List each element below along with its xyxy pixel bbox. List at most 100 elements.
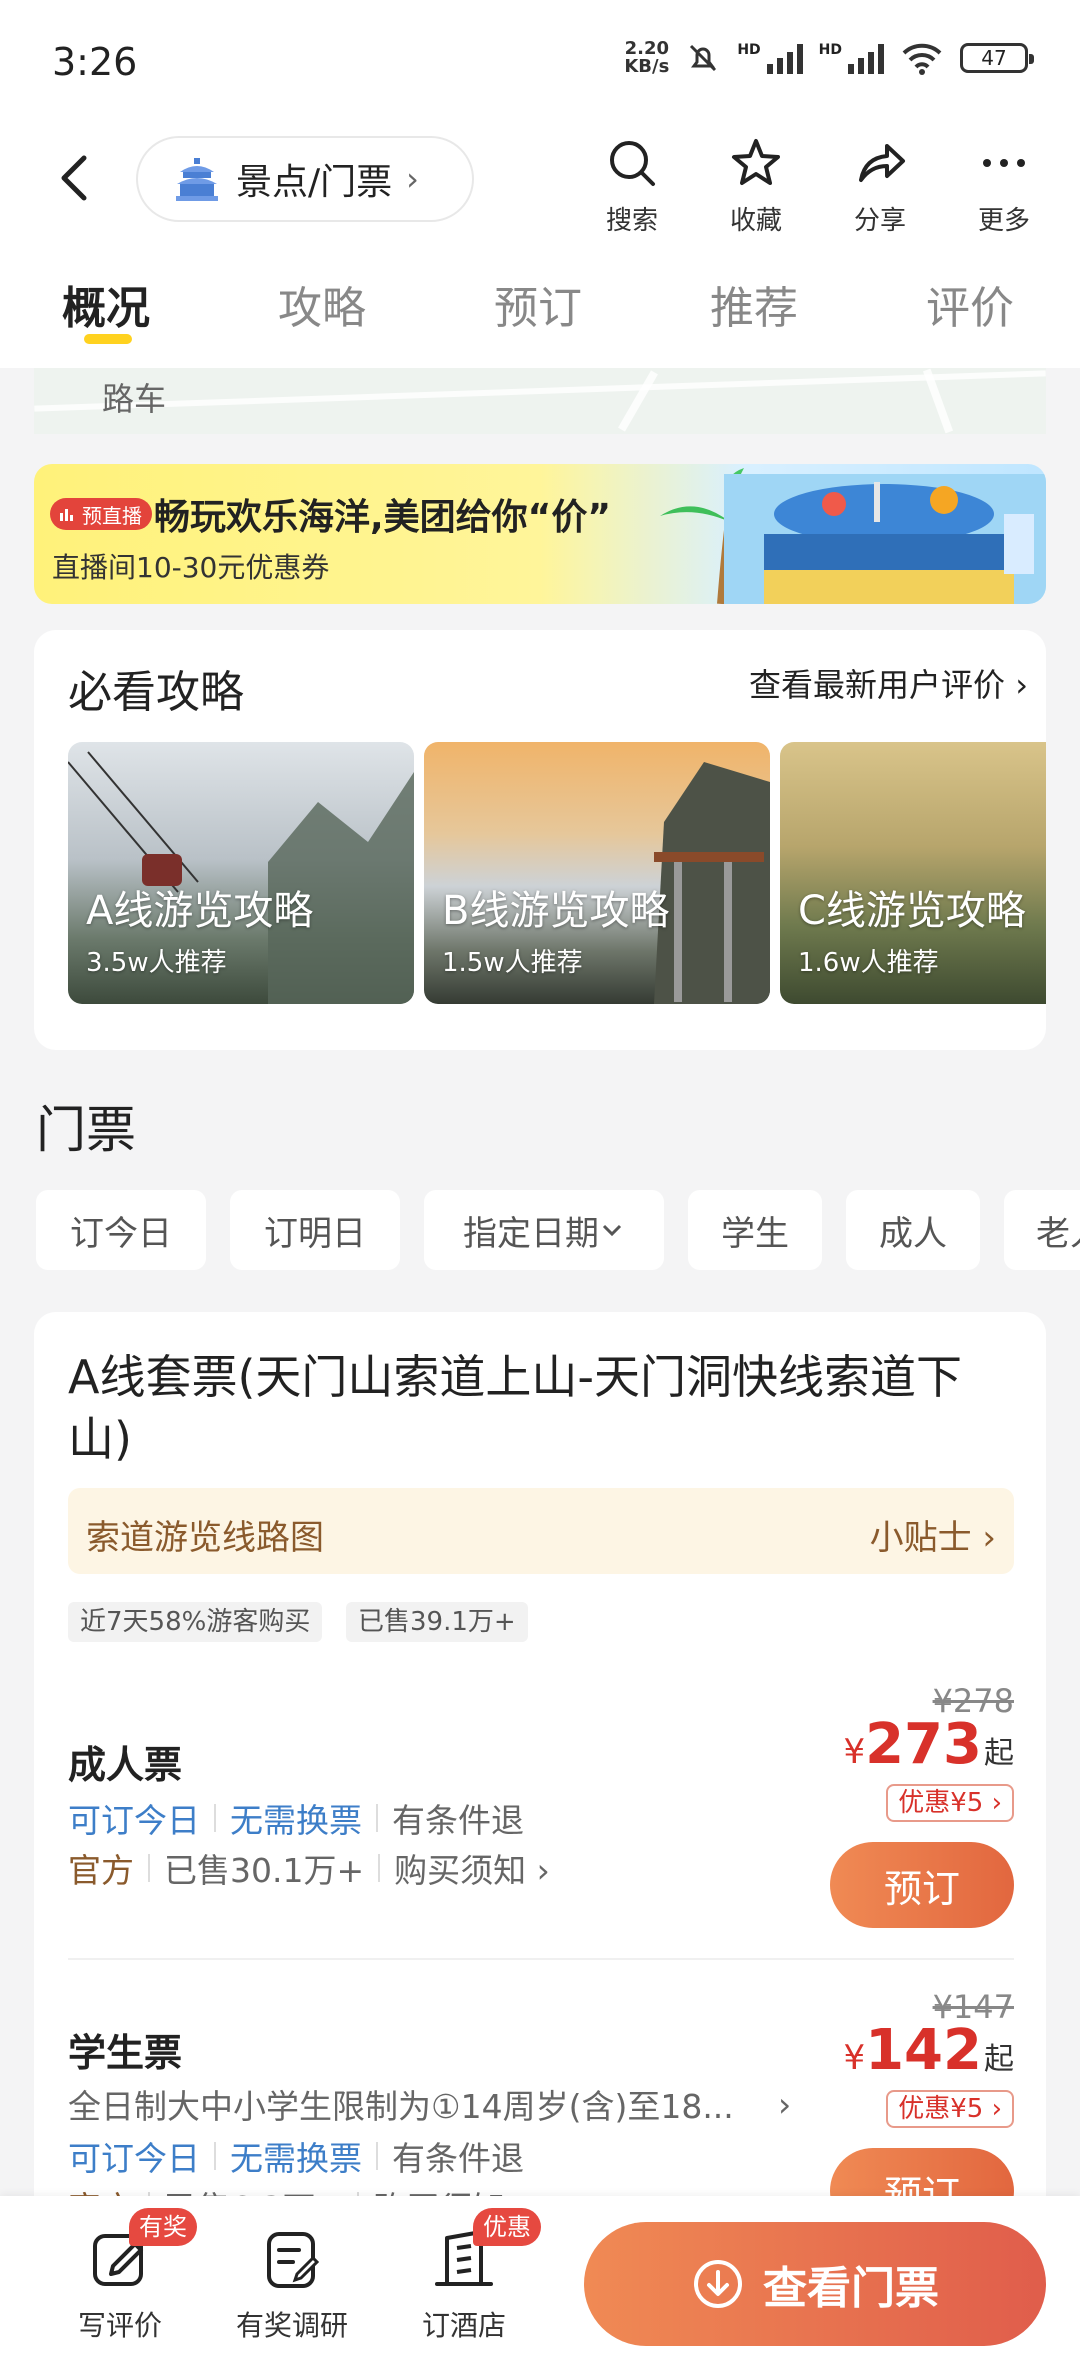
divider [68,1958,1014,1960]
tab-recommend[interactable]: 推荐 [710,272,798,336]
more-icon [983,159,1025,167]
book-hotel-label: 订酒店 [421,2309,506,2342]
live-promo-banner[interactable]: 预直播 畅玩欢乐海洋,美团给你“价” 直播间10-30元优惠券 [34,464,1046,604]
download-circle-icon [694,2260,742,2308]
guide-card-b[interactable]: B线游览攻略 1.5w人推荐 [424,742,770,1004]
map-label: 路车 [102,380,167,418]
view-tickets-button[interactable]: 查看门票 [584,2222,1046,2346]
live-tag: 预直播 [50,498,152,530]
scene-category-pill[interactable]: 景点/门票 › [136,136,474,222]
write-review-button[interactable]: 有奖 写评价 [50,2208,197,2344]
view-tickets-label: 查看门票 [763,2263,939,2314]
banner-title: 畅玩欢乐海洋,美团给你“价” [154,497,611,538]
survey-label: 有奖调研 [235,2309,348,2342]
route-map-bar[interactable]: 索道游览线路图 小贴士 › [68,1488,1014,1574]
battery-icon: 47 [960,43,1034,73]
sold-count-tag: 已售39.1万+ [346,1602,528,1642]
ticket-features: 可订今日 无需换票 有条件退 [68,1801,524,1840]
more-label: 更多 [977,206,1030,236]
guide-card-a[interactable]: A线游览攻略 3.5w人推荐 [68,742,414,1004]
route-map-link: 索道游览线路图 [86,1518,324,1558]
top-nav: 景点/门票 › 搜索 收藏 分享 更多 [0,120,1080,250]
net-speed: 2.20 KB/s [624,38,670,77]
favorite-button[interactable]: 收藏 [711,136,801,237]
ticket-name: 学生票 [68,2031,183,2075]
chevron-right-icon: › [406,160,419,198]
mute-bell-icon [690,44,717,72]
ticket-meta: 官方 已售30.1万+ 购买须知 › [68,1844,550,1892]
package-name: A线套票(天门山索道上山-天门洞快线索道下山) [68,1350,963,1466]
bottom-action-bar: 有奖 写评价 有奖调研 优惠 订酒店 查看门票 [0,2196,1080,2373]
filter-student[interactable]: 学生 [688,1190,822,1270]
tickets-section-title: 门票 [36,1101,136,1159]
book-hotel-button[interactable]: 优惠 订酒店 [394,2208,541,2344]
discount-badge: 优惠 [473,2208,541,2246]
back-arrow-icon[interactable] [50,148,100,208]
status-bar: 3:26 2.20 KB/s HD HD 47 [0,0,1080,120]
survey-button[interactable]: 有奖调研 [222,2224,362,2344]
search-button[interactable]: 搜索 [587,136,677,237]
filter-tomorrow[interactable]: 订明日 [230,1190,400,1270]
signal-icon: HD [737,42,803,74]
must-see-guides-card: 必看攻略 查看最新用户评价 › A线游览攻略 3.5w人推荐 B线游览攻略 1.… [34,630,1046,1050]
temple-icon [176,158,218,201]
chevron-down-icon [602,1224,622,1237]
ticket-name: 成人票 [68,1743,183,1787]
latest-reviews-link[interactable]: 查看最新用户评价 › [749,660,1028,706]
guide-recommend-count: 1.6w人推荐 [798,948,939,978]
write-review-label: 写评价 [77,2309,162,2342]
ocean-park-illustration [724,474,1046,604]
filter-adult[interactable]: 成人 [846,1190,980,1270]
signal-icon-2: HD [819,42,884,74]
filter-pick-date[interactable]: 指定日期 [424,1190,664,1270]
search-icon [610,141,655,186]
purchase-rate-tag: 近7天58%游客购买 [68,1602,323,1642]
status-time: 3:26 [52,40,138,84]
tab-reviews[interactable]: 评价 [926,272,1014,336]
current-price: ¥ 142 起 [843,2018,1014,2083]
more-button[interactable]: 更多 [959,136,1049,237]
favorite-label: 收藏 [729,206,782,236]
guide-title: C线游览攻略 [798,888,1026,934]
guide-recommend-count: 1.5w人推荐 [442,948,583,978]
tips-link[interactable]: 小贴士 › [870,1510,996,1559]
tab-indicator [84,334,132,344]
purchase-notice-link[interactable]: 购买须知 › [394,1844,550,1892]
status-icons: 2.20 KB/s HD HD 47 [624,38,1034,77]
guide-title: B线游览攻略 [442,888,670,934]
guides-title: 必看攻略 [68,667,244,718]
discount-badge: 优惠¥5 › [886,2090,1014,2128]
ticket-features: 可订今日 无需换票 有条件退 [68,2139,524,2178]
guide-recommend-count: 3.5w人推荐 [86,948,227,978]
section-tabs: 概况 攻略 预订 推荐 评价 [0,250,1080,368]
star-icon [732,139,780,185]
share-button[interactable]: 分享 [835,136,925,237]
search-label: 搜索 [605,206,658,236]
guide-card-c[interactable]: C线游览攻略 1.6w人推荐 [780,742,1046,1004]
guides-carousel[interactable]: A线游览攻略 3.5w人推荐 B线游览攻略 1.5w人推荐 C线游览攻略 1.6… [68,742,1046,1004]
filter-senior[interactable]: 老人 [1004,1190,1080,1270]
banner-subtitle: 直播间10-30元优惠券 [52,551,330,584]
ticket-item-adult[interactable]: 成人票 可订今日 无需换票 有条件退 官方 已售30.1万+ 购买须知 › ¥2… [68,1682,1014,1942]
tab-guides[interactable]: 攻略 [278,272,366,336]
book-button[interactable]: 预订 [830,1842,1014,1928]
survey-icon [267,2232,320,2288]
chevron-right-icon: › [1015,666,1028,704]
scene-label: 景点/门票 [236,162,393,203]
reward-badge: 有奖 [129,2208,197,2246]
live-bars-icon [60,509,73,521]
chevron-right-icon: › [778,2084,792,2124]
ticket-description[interactable]: 全日制大中小学生限制为①14周岁(含)至18... › [68,2080,808,2128]
discount-badge: 优惠¥5 › [886,1784,1014,1822]
share-icon [859,144,905,182]
wifi-icon [902,43,942,75]
map-preview[interactable]: 路车 [34,368,1046,434]
current-price: ¥ 273 起 [843,1712,1014,1777]
share-label: 分享 [853,206,906,236]
filter-today[interactable]: 订今日 [36,1190,206,1270]
tab-overview[interactable]: 概况 [62,272,150,336]
tab-booking[interactable]: 预订 [494,272,582,336]
chevron-right-icon: › [982,1518,996,1558]
guide-title: A线游览攻略 [86,888,314,934]
ticket-filter-chips: 订今日 订明日 指定日期 学生 成人 老人 [36,1190,1080,1270]
